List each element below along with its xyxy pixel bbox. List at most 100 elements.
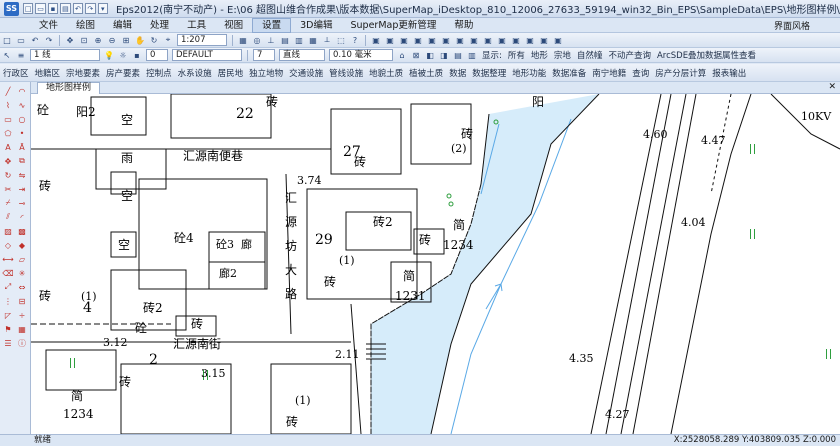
line-style-icon[interactable]: ≡	[15, 49, 27, 61]
display-building-button[interactable]: 自然幢	[574, 49, 606, 61]
lock-icon[interactable]: ▪	[131, 49, 143, 61]
line-tool-icon[interactable]: ╱	[3, 86, 13, 96]
hand-icon[interactable]: ✋	[134, 34, 146, 46]
new-icon[interactable]: □	[1, 34, 13, 46]
color-code-combo[interactable]: 7	[253, 49, 275, 61]
circle-tool-icon[interactable]: ○	[17, 114, 27, 124]
view14-icon[interactable]: ▣	[552, 34, 564, 46]
vertex-tool-icon[interactable]: ◆	[17, 240, 27, 250]
data-prepare-button[interactable]: 数据准备	[549, 67, 589, 79]
menu-help[interactable]: 帮助	[445, 18, 482, 33]
measure-icon[interactable]: ⟂	[321, 34, 333, 46]
menu-edit[interactable]: 编辑	[104, 18, 141, 33]
water-facility-button[interactable]: 水系设施	[175, 67, 215, 79]
menu-3d-edit[interactable]: 3D编辑	[291, 18, 341, 33]
pipeline-facility-button[interactable]: 管线设施	[326, 67, 366, 79]
fillet-tool-icon[interactable]: ◜	[17, 212, 27, 222]
nanning-cadastre-button[interactable]: 南宁地籍	[589, 67, 629, 79]
scale-tool-icon[interactable]: ⤢	[3, 282, 13, 292]
menu-tools[interactable]: 工具	[178, 18, 215, 33]
view6-icon[interactable]: ▣	[440, 34, 452, 46]
copy-tool-icon[interactable]: ⧉	[17, 156, 27, 166]
redo-icon[interactable]: ↷	[43, 34, 55, 46]
menu-supermap-update[interactable]: SuperMap更新管理	[341, 18, 445, 33]
map-drawing[interactable]: 砼 阳2 空 22 砖 雨 汇源南便巷 27 砖 砖 (2) 阳 3.74 砖 …	[31, 94, 840, 434]
query-icon[interactable]: ?	[349, 34, 361, 46]
house-elements-button[interactable]: 房产要素	[103, 67, 143, 79]
menu-process[interactable]: 处理	[141, 18, 178, 33]
explode-tool-icon[interactable]: ✳	[17, 268, 27, 278]
tool1-icon[interactable]: ⌂	[396, 49, 408, 61]
tool2-icon[interactable]: ⊠	[410, 49, 422, 61]
refresh-icon[interactable]: ↻	[148, 34, 160, 46]
point-tool-icon[interactable]: •	[17, 128, 27, 138]
cadastral-region-button[interactable]: 地籍区	[32, 67, 64, 79]
layer-code-combo[interactable]: 0	[146, 49, 168, 61]
layer-tool-icon[interactable]: ☰	[3, 338, 13, 348]
view9-icon[interactable]: ▣	[482, 34, 494, 46]
new-file-icon[interactable]: □	[22, 3, 34, 14]
arcsde-query-button[interactable]: ArcSDE叠加数据属性查看	[654, 49, 759, 61]
linetype-combo[interactable]: 1 线	[30, 49, 100, 61]
view11-icon[interactable]: ▣	[510, 34, 522, 46]
align-tool-icon[interactable]: ⊟	[17, 296, 27, 306]
menu-settings[interactable]: 设置	[252, 17, 292, 33]
open-file-icon[interactable]: ▭	[35, 3, 46, 14]
text-tool-icon[interactable]: A	[3, 142, 13, 152]
scale-combo[interactable]: 1:207	[177, 34, 227, 46]
data-cleanup-button[interactable]: 数据整理	[469, 67, 509, 79]
layer-icon[interactable]: ▤	[279, 34, 291, 46]
view7-icon[interactable]: ▣	[454, 34, 466, 46]
interface-style-menu[interactable]: 界面风格	[774, 19, 810, 32]
snap-icon[interactable]: ◎	[251, 34, 263, 46]
layer-name-combo[interactable]: DEFAULT	[172, 49, 242, 61]
property-query-button[interactable]: 不动产查询	[605, 49, 654, 61]
hatch-tool-icon[interactable]: ▨	[3, 226, 13, 236]
view1-icon[interactable]: ▣	[370, 34, 382, 46]
menu-draw[interactable]: 绘图	[67, 18, 104, 33]
erase-tool-icon[interactable]: ⌫	[2, 268, 13, 278]
stretch-tool-icon[interactable]: ⇔	[17, 282, 27, 292]
attribute-icon[interactable]: ▥	[293, 34, 305, 46]
chamfer-tool-icon[interactable]: ◸	[3, 310, 13, 320]
view12-icon[interactable]: ▣	[524, 34, 536, 46]
admin-region-button[interactable]: 行政区	[0, 67, 32, 79]
view2-icon[interactable]: ▣	[384, 34, 396, 46]
cursor-icon[interactable]: ↖	[1, 49, 13, 61]
block-tool-icon[interactable]: ▦	[17, 324, 27, 334]
landform-button[interactable]: 地貌土质	[366, 67, 406, 79]
traffic-facility-button[interactable]: 交通设施	[286, 67, 326, 79]
ortho-icon[interactable]: ⊥	[265, 34, 277, 46]
save-icon[interactable]: ▪	[47, 3, 59, 14]
divide-tool-icon[interactable]: ÷	[17, 310, 27, 320]
grid-icon[interactable]: ▦	[237, 34, 249, 46]
zoom-in-icon[interactable]: ⊕	[92, 34, 104, 46]
menu-file[interactable]: 文件	[30, 18, 67, 33]
view5-icon[interactable]: ▣	[426, 34, 438, 46]
sun-icon[interactable]: ☼	[117, 49, 129, 61]
view10-icon[interactable]: ▣	[496, 34, 508, 46]
symbol-tool-icon[interactable]: ⚑	[3, 324, 13, 334]
redo-icon[interactable]: ↷	[85, 3, 96, 14]
view8-icon[interactable]: ▣	[468, 34, 480, 46]
annotation-tool-icon[interactable]: Ā	[17, 142, 27, 152]
mirror-tool-icon[interactable]: ⇋	[17, 170, 27, 180]
house-floor-calc-button[interactable]: 房产分层计算	[652, 67, 709, 79]
line-type-combo[interactable]: 直线	[279, 49, 325, 61]
measure-area-icon[interactable]: ▱	[17, 254, 27, 264]
zoom-window-icon[interactable]: ⊡	[78, 34, 90, 46]
pan-icon[interactable]: ✥	[64, 34, 76, 46]
tool6-icon[interactable]: ▥	[466, 49, 478, 61]
move-tool-icon[interactable]: ✥	[3, 156, 13, 166]
parcel-elements-button[interactable]: 宗地要素	[63, 67, 103, 79]
zoom-all-icon[interactable]: ⊞	[120, 34, 132, 46]
control-point-button[interactable]: 控制点	[143, 67, 175, 79]
polyline-tool-icon[interactable]: ⌇	[3, 100, 13, 110]
view3-icon[interactable]: ▣	[398, 34, 410, 46]
view13-icon[interactable]: ▣	[538, 34, 550, 46]
table-icon[interactable]: ▦	[307, 34, 319, 46]
print-icon[interactable]: ▤	[60, 3, 71, 14]
properties-tool-icon[interactable]: ⓘ	[17, 338, 27, 348]
fill-tool-icon[interactable]: ▩	[17, 226, 27, 236]
bulb-icon[interactable]: 💡	[103, 49, 115, 61]
